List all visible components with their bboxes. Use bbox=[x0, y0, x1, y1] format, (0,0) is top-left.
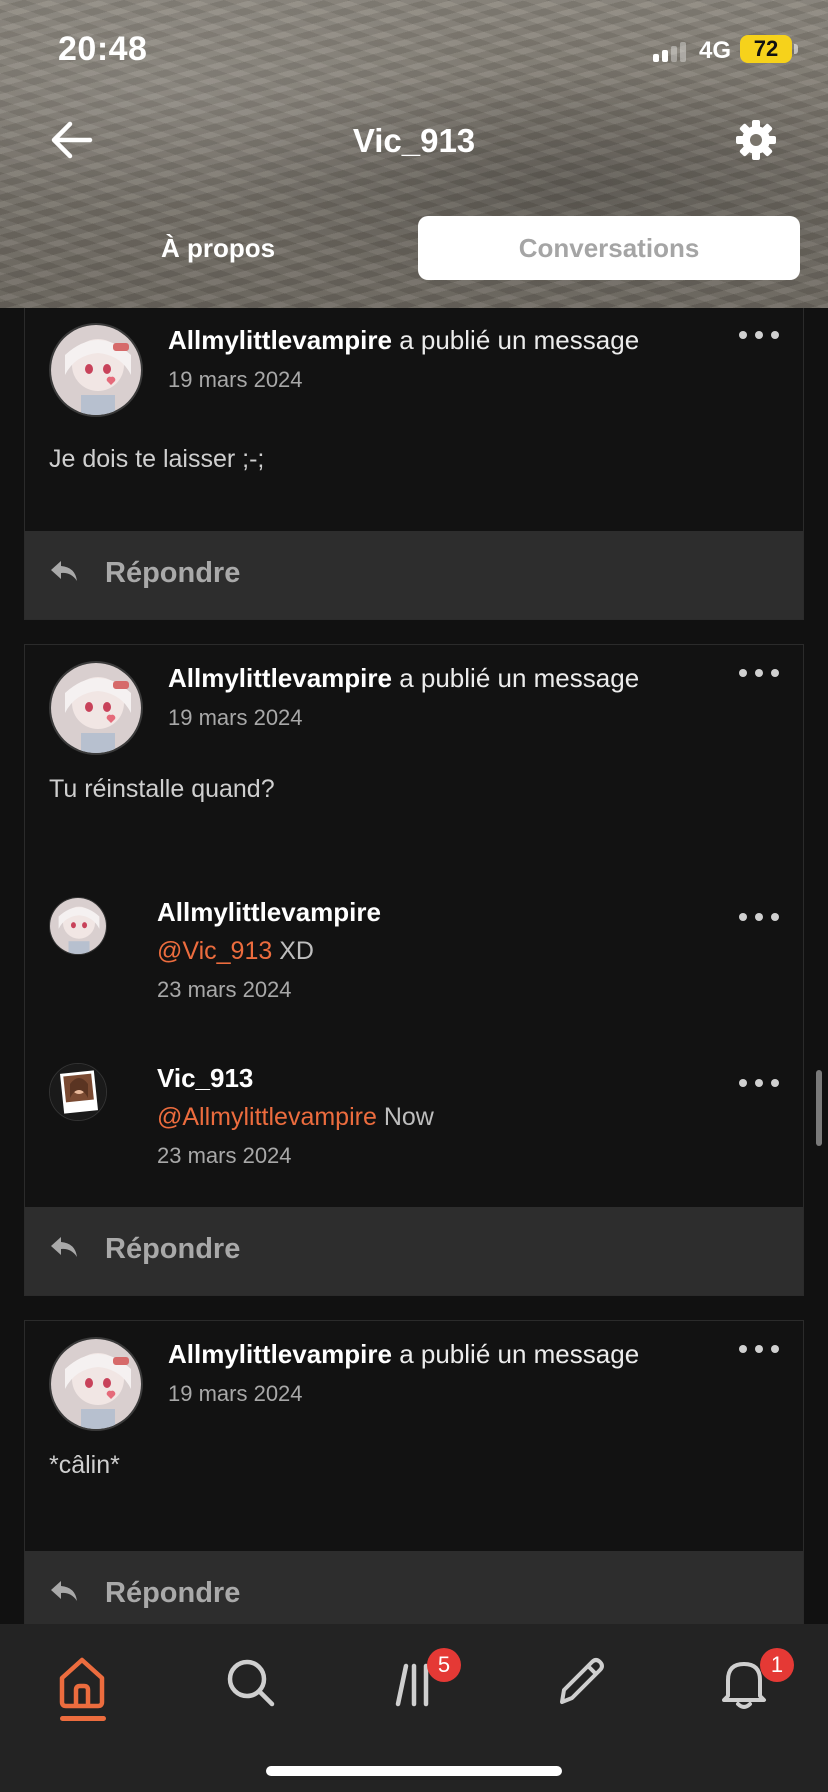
more-options-icon[interactable] bbox=[739, 911, 779, 923]
post-message: Je dois te laisser ;-; bbox=[49, 445, 265, 473]
avatar[interactable] bbox=[49, 1337, 143, 1431]
conversation-feed: Allmylittlevampire a publié un message 1… bbox=[0, 308, 828, 1624]
post-header: Allmylittlevampire a publié un message 1… bbox=[25, 308, 803, 427]
pencil-icon[interactable] bbox=[548, 1650, 612, 1714]
reply-icon bbox=[49, 1235, 79, 1261]
bottom-tab-bar: 5 1 bbox=[0, 1624, 828, 1792]
post-card: Allmylittlevampire a publié un message 1… bbox=[24, 1320, 804, 1624]
library-badge: 5 bbox=[427, 1648, 461, 1682]
tab-about[interactable]: À propos bbox=[78, 216, 358, 280]
post-date: 19 mars 2024 bbox=[168, 705, 303, 730]
notifications-badge: 1 bbox=[760, 1648, 794, 1682]
post-date: 19 mars 2024 bbox=[168, 367, 303, 392]
profile-tabs: À propos Conversations bbox=[0, 216, 828, 280]
avatar[interactable] bbox=[49, 661, 143, 755]
post-action: a publié un message bbox=[391, 1339, 640, 1369]
status-bar: 20:48 4G 72 bbox=[0, 0, 828, 100]
signal-icon bbox=[653, 42, 691, 62]
reply-icon bbox=[49, 559, 79, 585]
post-message: *câlin* bbox=[49, 1451, 120, 1479]
page-title: Vic_913 bbox=[352, 122, 476, 159]
network-type: 4G bbox=[699, 37, 732, 64]
active-tab-indicator bbox=[60, 1716, 106, 1721]
post-action: a publié un message bbox=[391, 325, 640, 355]
home-icon[interactable] bbox=[50, 1650, 114, 1714]
avatar[interactable] bbox=[49, 323, 143, 417]
comment-text: @Vic_913 XD bbox=[157, 937, 314, 966]
reply-button[interactable]: Répondre bbox=[25, 531, 803, 619]
nav-bar: Vic_913 bbox=[0, 100, 828, 180]
battery-icon: 72 bbox=[740, 35, 798, 63]
mention-link[interactable]: @Allmylittlevampire bbox=[157, 1103, 377, 1131]
reply-label: Répondre bbox=[105, 557, 241, 589]
reply-label: Répondre bbox=[105, 1233, 241, 1265]
avatar[interactable] bbox=[49, 897, 107, 955]
post-card: Allmylittlevampire a publié un message 1… bbox=[24, 644, 804, 1296]
more-options-icon[interactable] bbox=[739, 667, 779, 679]
status-time: 20:48 bbox=[58, 30, 148, 68]
tab-conversations[interactable]: Conversations bbox=[418, 216, 800, 280]
comment-date: 23 mars 2024 bbox=[157, 1143, 292, 1168]
post-action: a publié un message bbox=[391, 663, 640, 693]
post-author[interactable]: Allmylittlevampire bbox=[168, 325, 392, 355]
mention-link[interactable]: @Vic_913 bbox=[157, 937, 272, 965]
post-card: Allmylittlevampire a publié un message 1… bbox=[24, 308, 804, 620]
gear-icon[interactable] bbox=[732, 116, 780, 164]
comment-body: XD bbox=[272, 937, 314, 965]
search-icon[interactable] bbox=[218, 1650, 282, 1714]
comment-body: Now bbox=[376, 1103, 434, 1131]
home-indicator bbox=[266, 1766, 562, 1776]
more-options-icon[interactable] bbox=[739, 1343, 779, 1355]
post-author-line: Allmylittlevampire a publié un message bbox=[168, 663, 639, 694]
post-header: Allmylittlevampire a publié un message 1… bbox=[25, 1321, 803, 1441]
reply-button[interactable]: Répondre bbox=[25, 1207, 803, 1295]
post-header: Allmylittlevampire a publié un message 1… bbox=[25, 645, 803, 765]
avatar[interactable] bbox=[49, 1063, 107, 1121]
comment-text: @Allmylittlevampire Now bbox=[157, 1103, 434, 1132]
post-author[interactable]: Allmylittlevampire bbox=[168, 1339, 392, 1369]
comment: Vic_913 @Allmylittlevampire Now 23 mars … bbox=[49, 1063, 779, 1193]
post-date: 19 mars 2024 bbox=[168, 1381, 303, 1406]
comment-date: 23 mars 2024 bbox=[157, 977, 292, 1002]
reply-button[interactable]: Répondre bbox=[25, 1551, 803, 1624]
comment: Allmylittlevampire @Vic_913 XD 23 mars 2… bbox=[49, 897, 779, 1027]
post-message: Tu réinstalle quand? bbox=[49, 775, 275, 803]
post-author-line: Allmylittlevampire a publié un message bbox=[168, 1339, 639, 1370]
comment-author[interactable]: Vic_913 bbox=[157, 1063, 253, 1094]
post-author[interactable]: Allmylittlevampire bbox=[168, 663, 392, 693]
comment-author[interactable]: Allmylittlevampire bbox=[157, 897, 381, 928]
more-options-icon[interactable] bbox=[739, 329, 779, 341]
scrollbar[interactable] bbox=[816, 1070, 822, 1146]
profile-header: 20:48 4G 72 Vic_913 À propos Conversatio… bbox=[0, 0, 828, 308]
post-author-line: Allmylittlevampire a publié un message bbox=[168, 325, 639, 356]
reply-icon bbox=[49, 1579, 79, 1605]
reply-label: Répondre bbox=[105, 1577, 241, 1609]
more-options-icon[interactable] bbox=[739, 1077, 779, 1089]
